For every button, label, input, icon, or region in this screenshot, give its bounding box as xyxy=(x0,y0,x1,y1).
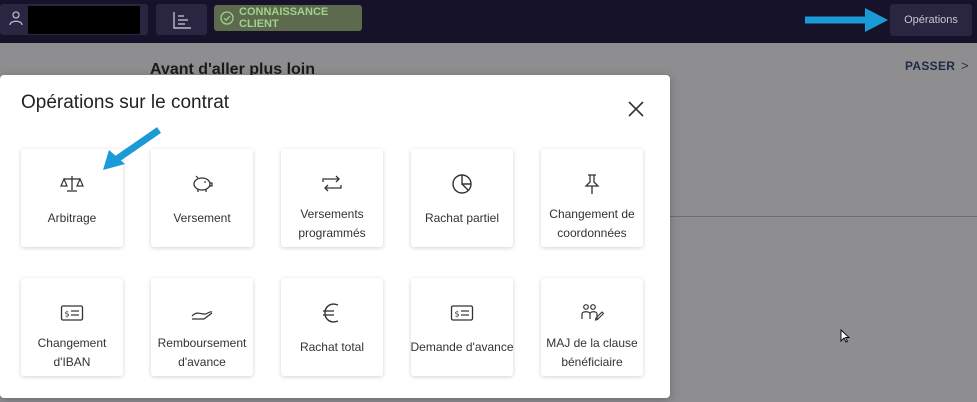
hand-coin-icon xyxy=(191,311,213,320)
euro-icon xyxy=(323,303,339,323)
kyc-label: CONNAISSANCE CLIENT xyxy=(239,6,329,30)
tile-label: Versements programmés xyxy=(298,207,366,240)
tile-label: Rachat total xyxy=(299,340,365,354)
tile-label: Versement xyxy=(173,211,231,225)
close-icon[interactable] xyxy=(624,97,648,121)
top-bar: CONNAISSANCE CLIENT Opérations xyxy=(0,0,977,43)
annotation-arrow-icon xyxy=(805,8,888,32)
annotation-arrow-icon xyxy=(103,127,161,170)
svg-text:$: $ xyxy=(65,310,70,319)
pin-icon xyxy=(584,174,600,194)
bank-check-icon: $ xyxy=(450,305,474,321)
statistics-button[interactable] xyxy=(156,4,207,35)
divider xyxy=(670,216,977,217)
bank-check-icon: $ xyxy=(60,305,84,321)
tile-remboursement-avance[interactable]: Remboursement d'avance xyxy=(151,278,253,376)
tile-label: Changement de coordonnées xyxy=(549,207,635,240)
operations-button[interactable]: Opérations xyxy=(890,4,972,36)
tile-label: Demande d'avance xyxy=(410,340,514,354)
scale-icon xyxy=(60,176,84,192)
kyc-status-badge[interactable]: CONNAISSANCE CLIENT xyxy=(214,5,362,31)
tile-demande-avance[interactable]: $ Demande d'avance xyxy=(410,278,514,376)
tile-label: Rachat partiel xyxy=(424,211,500,225)
mouse-cursor-icon xyxy=(840,329,850,343)
tile-label: Arbitrage xyxy=(47,211,97,225)
svg-text:$: $ xyxy=(455,310,460,319)
operations-modal: Opérations sur le contrat Arbitrage Vers… xyxy=(0,75,670,398)
tile-versement[interactable]: Versement xyxy=(151,149,253,247)
check-circle-icon xyxy=(220,11,234,25)
skip-button[interactable]: PASSER xyxy=(905,59,955,73)
pie-chart-icon xyxy=(452,174,472,194)
redacted-user-name xyxy=(28,6,140,34)
tile-label: Remboursement d'avance xyxy=(157,336,247,369)
tile-changement-iban[interactable]: $ Changement d'IBAN xyxy=(21,278,123,376)
tile-rachat-total[interactable]: Rachat total xyxy=(281,278,383,376)
tile-label: MAJ de la clause bénéficiaire xyxy=(546,336,638,369)
user-menu[interactable] xyxy=(0,4,148,35)
user-icon xyxy=(9,11,23,26)
chevron-right-icon[interactable]: > xyxy=(961,58,969,73)
tile-rachat-partiel[interactable]: Rachat partiel xyxy=(411,149,513,247)
beneficiaries-icon xyxy=(581,304,604,321)
bar-list-icon xyxy=(173,12,191,29)
tile-versements-programmes[interactable]: Versements programmés xyxy=(281,149,383,247)
modal-title: Opérations sur le contrat xyxy=(21,92,230,113)
tile-label: Changement d'IBAN xyxy=(37,336,107,369)
tile-changement-coordonnees[interactable]: Changement de coordonnées xyxy=(541,149,643,247)
piggy-bank-icon xyxy=(193,175,213,192)
tile-maj-clause-beneficiaire[interactable]: MAJ de la clause bénéficiaire xyxy=(541,278,643,376)
repeat-arrows-icon xyxy=(322,175,342,192)
